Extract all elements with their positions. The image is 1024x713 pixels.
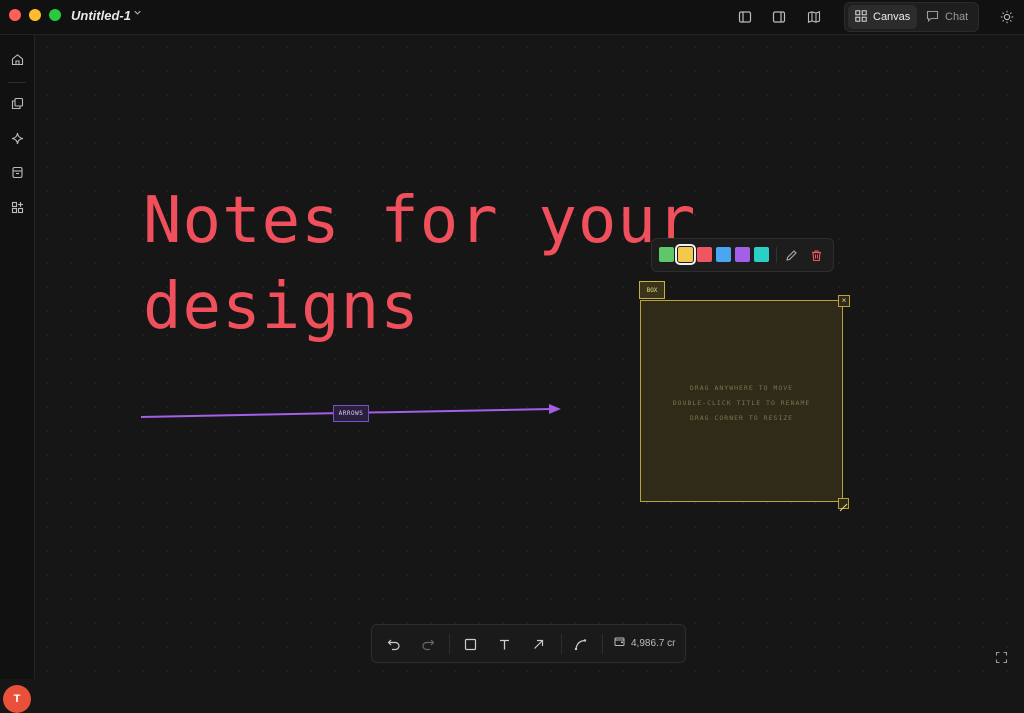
box-close-button[interactable]: × [838, 295, 850, 307]
home-icon[interactable] [8, 50, 26, 68]
box-hint-resize: DRAG CORNER TO RESIZE [689, 414, 794, 422]
toolbar-divider [602, 634, 603, 654]
title-bar: Untitled-1 Canvas Chat [0, 0, 1024, 35]
box-hints: DRAG ANYWHERE TO MOVE DOUBLE-CLICK TITLE… [641, 381, 842, 426]
minimize-window-button[interactable] [29, 9, 41, 21]
sparkle-icon[interactable] [8, 129, 26, 147]
zoom-window-button[interactable] [49, 9, 61, 21]
left-sidebar: T [0, 35, 35, 713]
arrow-icon[interactable] [528, 635, 548, 653]
swatch-yellow[interactable] [675, 244, 696, 265]
swatch-teal[interactable] [754, 247, 769, 262]
toolbar-divider [561, 634, 562, 654]
sun-icon[interactable] [996, 6, 1018, 28]
trash-icon[interactable] [807, 246, 825, 264]
avatar[interactable]: T [3, 685, 31, 713]
credits-balance[interactable]: 4,986.7 cr [614, 636, 675, 650]
box-hint-rename: DOUBLE-CLICK TITLE TO RENAME [672, 399, 811, 407]
document-title[interactable]: Untitled-1 [71, 8, 131, 23]
chat-icon [926, 10, 939, 25]
apps-add-icon[interactable] [8, 198, 26, 216]
credits-value: 4,986.7 cr [631, 637, 676, 649]
mode-switch: Canvas Chat [844, 2, 979, 32]
grid-icon [855, 9, 867, 25]
undo-icon[interactable] [384, 635, 404, 653]
box-hint-move: DRAG ANYWHERE TO MOVE [689, 384, 794, 392]
arrow-label[interactable]: ARROWS [333, 405, 369, 422]
close-window-button[interactable] [9, 9, 21, 21]
toolbar-divider [449, 634, 450, 654]
redo-icon[interactable] [418, 635, 438, 653]
drawing-toolbar: 4,986.7 cr [371, 624, 686, 663]
tab-canvas[interactable]: Canvas [848, 5, 917, 29]
color-picker [651, 238, 834, 272]
sidebar-right-icon[interactable] [768, 6, 790, 28]
color-picker-divider [776, 247, 777, 263]
tab-chat[interactable]: Chat [919, 5, 975, 29]
copy-icon[interactable] [8, 94, 26, 112]
rectangle-icon[interactable] [460, 635, 480, 653]
fullscreen-icon[interactable] [993, 649, 1009, 665]
swatch-green[interactable] [659, 247, 674, 262]
wallet-icon [614, 636, 625, 650]
sidebar-left-icon[interactable] [734, 6, 756, 28]
swatch-red[interactable] [697, 247, 712, 262]
text-icon[interactable] [494, 635, 514, 653]
tab-chat-label: Chat [945, 11, 969, 23]
box-shape[interactable]: DRAG ANYWHERE TO MOVE DOUBLE-CLICK TITLE… [640, 300, 843, 502]
archive-icon[interactable] [8, 163, 26, 181]
canvas[interactable]: Notes for your designs ARROWS BOX DRAG A… [35, 35, 1024, 679]
sidebar-divider [8, 82, 26, 83]
curve-icon[interactable] [571, 635, 591, 653]
swatch-blue[interactable] [716, 247, 731, 262]
box-resize-handle[interactable] [838, 498, 849, 512]
chevron-down-icon[interactable] [132, 7, 143, 21]
box-title-tag[interactable]: BOX [639, 281, 665, 299]
map-icon[interactable] [803, 6, 825, 28]
pencil-icon[interactable] [782, 246, 800, 264]
swatch-purple[interactable] [735, 247, 750, 262]
arrow-shape[interactable] [35, 35, 1024, 679]
tab-canvas-label: Canvas [873, 11, 911, 23]
